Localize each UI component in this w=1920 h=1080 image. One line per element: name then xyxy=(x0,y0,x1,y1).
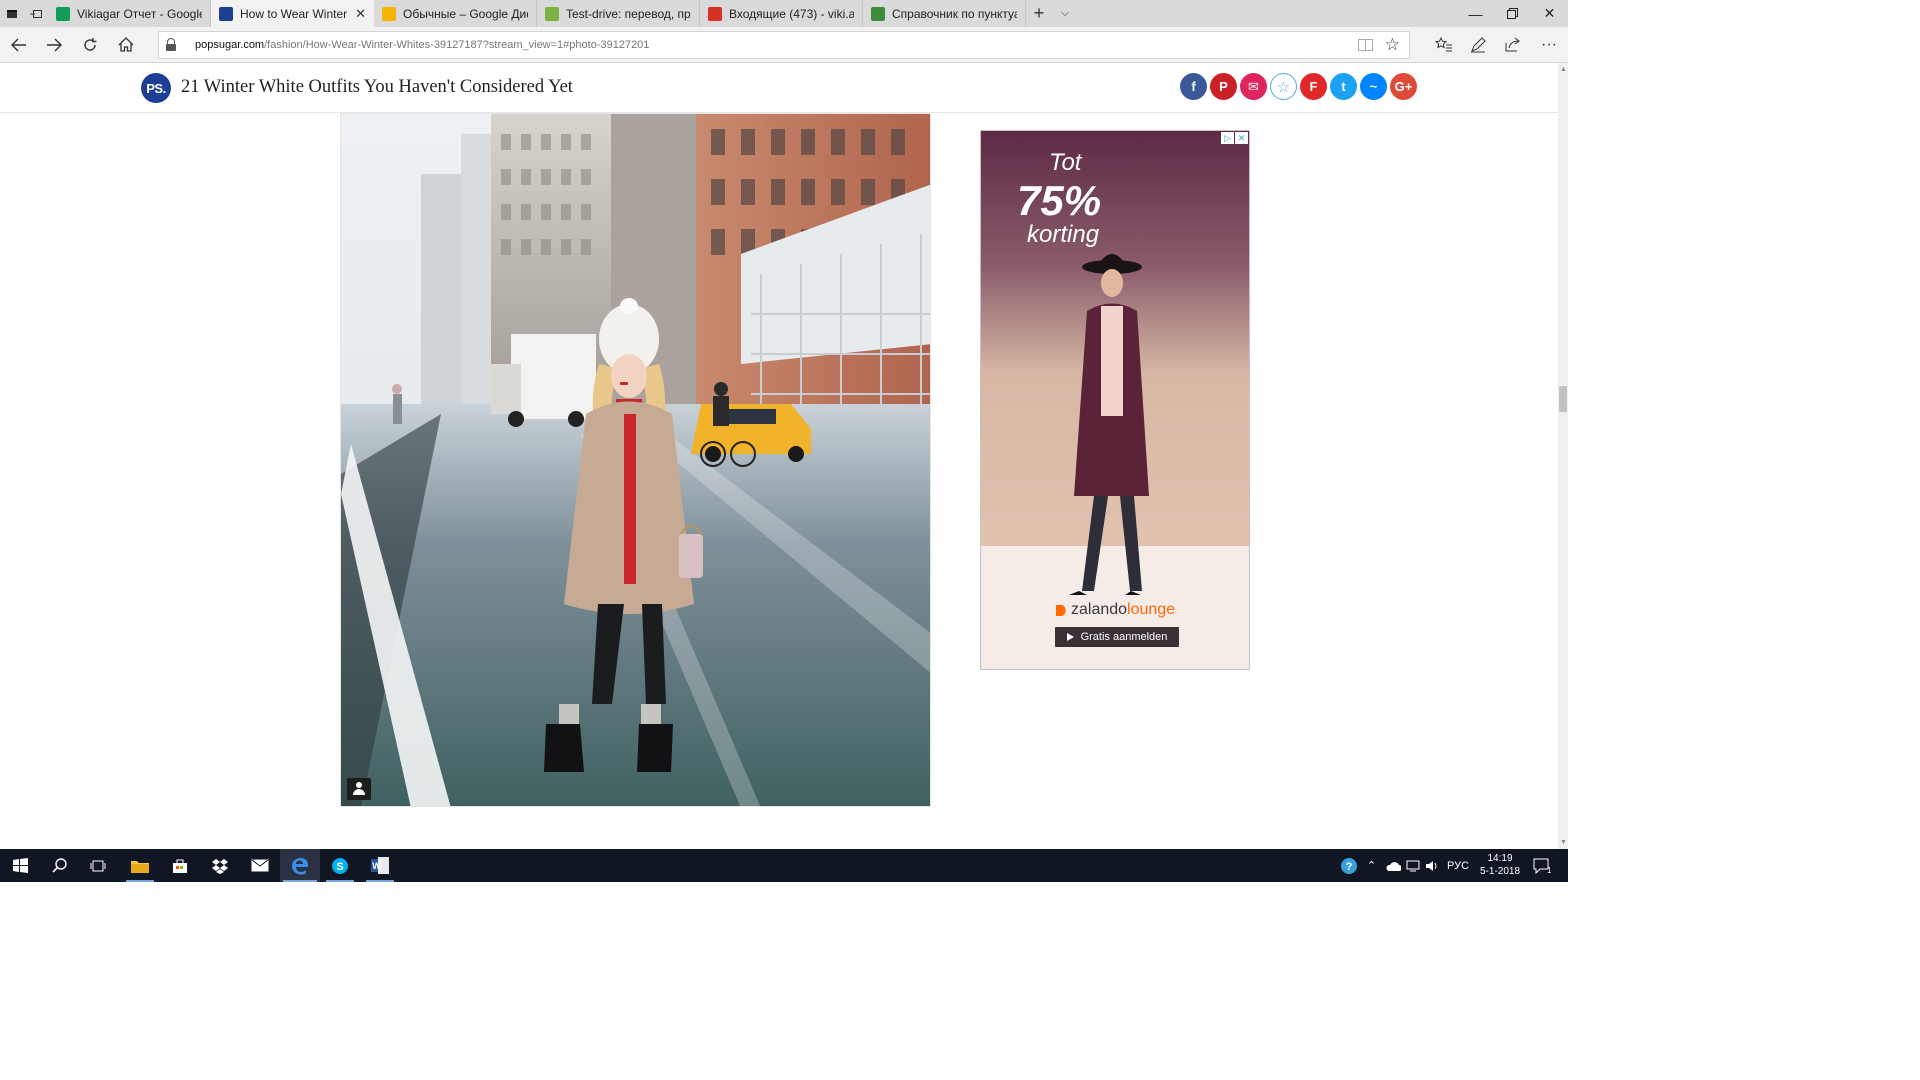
browser-tab-label: Обычные – Google Диск xyxy=(403,6,528,21)
dropbox-icon[interactable] xyxy=(200,849,240,882)
ad-signup-button[interactable]: Gratis aanmelden xyxy=(1055,627,1179,647)
flipboard-share-button[interactable]: F xyxy=(1300,73,1327,100)
svg-text:1: 1 xyxy=(1547,866,1551,874)
lock-icon xyxy=(166,38,176,52)
svg-text:W: W xyxy=(372,861,381,871)
svg-text:S: S xyxy=(336,861,343,873)
messenger-share-button[interactable]: ~ xyxy=(1360,73,1387,100)
close-window-button[interactable]: ✕ xyxy=(1531,0,1568,27)
svg-text:?: ? xyxy=(1346,861,1353,873)
file-explorer-icon[interactable] xyxy=(120,849,160,882)
browser-tab-strip: Vikiagar Отчет - Google Таб How to Wear W… xyxy=(0,0,1568,27)
more-options-icon[interactable]: ··· xyxy=(1532,27,1566,62)
network-icon[interactable] xyxy=(1406,849,1420,882)
action-center-icon[interactable]: 1 xyxy=(1533,849,1551,882)
favorite-button[interactable]: ☆ xyxy=(1270,73,1297,100)
minimize-button[interactable]: — xyxy=(1457,0,1494,27)
home-icon[interactable] xyxy=(111,27,141,62)
help-icon[interactable]: ? xyxy=(1340,849,1358,882)
ad-brand: zalandolounge xyxy=(1071,601,1176,618)
onedrive-cloud-icon[interactable] xyxy=(1385,849,1401,882)
scrollbar-thumb[interactable] xyxy=(1559,386,1567,412)
refresh-icon[interactable] xyxy=(75,27,105,62)
browser-tab[interactable]: Test-drive: перевод, произ xyxy=(537,0,700,27)
ad-close-icon[interactable]: ✕ xyxy=(1235,132,1248,144)
photo-credit-user-icon[interactable] xyxy=(347,778,371,800)
gramota-icon xyxy=(871,6,885,21)
close-tab-icon[interactable]: ✕ xyxy=(355,6,366,22)
play-icon xyxy=(1066,633,1074,641)
web-note-pen-icon[interactable] xyxy=(1461,27,1495,62)
browser-tab[interactable]: Обычные – Google Диск xyxy=(374,0,537,27)
address-bar[interactable]: popsugar.com/fashion/How-Wear-Winter-Whi… xyxy=(158,31,1410,59)
favorite-star-icon[interactable]: ☆ xyxy=(1385,35,1400,55)
start-button[interactable] xyxy=(0,849,40,882)
windows-taskbar: S W ? ⌃ РУС 14:19 5-1-2018 1 xyxy=(0,849,1568,882)
show-hidden-icons-chevron-icon[interactable]: ⌃ xyxy=(1367,849,1376,882)
ad-headline-korting: korting xyxy=(1027,221,1100,248)
gmail-icon xyxy=(708,6,722,21)
reading-view-icon[interactable] xyxy=(1358,38,1373,54)
share-buttons: f P ✉ ☆ Ft ~ G+ xyxy=(1180,73,1417,100)
advertisement-zalando-lounge[interactable]: ▷ ✕ Tot 75% korting zalandolounge Gratis… xyxy=(980,130,1250,670)
new-tab-button[interactable]: + xyxy=(1026,0,1052,27)
restore-button[interactable] xyxy=(1494,0,1531,27)
article-title: 21 Winter White Outfits You Haven't Cons… xyxy=(181,77,573,97)
browser-tab-label: Входящие (473) - viki.agar@ xyxy=(729,6,854,21)
system-clock[interactable]: 14:19 5-1-2018 xyxy=(1475,852,1525,878)
browser-tab[interactable]: How to Wear Winter Wł ✕ xyxy=(211,0,374,27)
google-sheets-icon xyxy=(56,6,70,21)
site-header: PS. 21 Winter White Outfits You Haven't … xyxy=(0,63,1558,113)
zalando-logo-icon xyxy=(1056,605,1066,616)
tab-list-chevron-icon[interactable]: ⌵ xyxy=(1052,0,1078,27)
browser-tab-label: Справочник по пунктуаци xyxy=(892,6,1017,21)
volume-icon[interactable] xyxy=(1425,849,1439,882)
store-icon[interactable] xyxy=(160,849,200,882)
ad-headline-tot: Tot xyxy=(1049,149,1082,176)
share-icon[interactable] xyxy=(1496,27,1530,62)
browser-tab[interactable]: Справочник по пунктуаци xyxy=(863,0,1026,27)
web-page: PS. 21 Winter White Outfits You Haven't … xyxy=(0,63,1558,849)
browser-tab[interactable]: Vikiagar Отчет - Google Таб xyxy=(48,0,211,27)
ad-headline-percent: 75% xyxy=(1017,177,1102,224)
mail-icon[interactable] xyxy=(240,849,280,882)
edge-browser-icon[interactable] xyxy=(280,849,320,882)
google-drive-icon xyxy=(382,6,396,21)
input-language-indicator[interactable]: РУС xyxy=(1447,849,1469,882)
popsugar-icon xyxy=(219,6,233,21)
favorites-hub-icon[interactable] xyxy=(1426,27,1460,62)
ad-badges: ▷ ✕ xyxy=(1221,132,1248,144)
url-text[interactable]: popsugar.com/fashion/How-Wear-Winter-Whi… xyxy=(195,39,649,51)
browser-tab-label: Vikiagar Отчет - Google Таб xyxy=(77,6,202,21)
popsugar-logo[interactable]: PS. xyxy=(141,73,171,103)
adchoices-icon[interactable]: ▷ xyxy=(1221,132,1234,144)
pinterest-share-button[interactable]: P xyxy=(1210,73,1237,100)
back-arrow-icon[interactable] xyxy=(4,27,34,62)
skype-icon[interactable]: S xyxy=(320,849,360,882)
forward-arrow-icon[interactable] xyxy=(39,27,69,62)
email-share-button[interactable]: ✉ xyxy=(1240,73,1267,100)
browser-tab[interactable]: Входящие (473) - viki.agar@ xyxy=(700,0,863,27)
browser-tab-label: Test-drive: перевод, произ xyxy=(566,6,691,21)
google-plus-share-button[interactable]: G+ xyxy=(1390,73,1417,100)
facebook-share-button[interactable]: f xyxy=(1180,73,1207,100)
browser-tab-label: How to Wear Winter Wł xyxy=(240,6,349,21)
page-scrollbar[interactable]: ▲ ▼ xyxy=(1558,63,1568,849)
task-view-icon[interactable] xyxy=(78,849,118,882)
search-icon[interactable] xyxy=(39,849,79,882)
article-photo[interactable] xyxy=(340,113,931,807)
dictionary-icon xyxy=(545,6,559,21)
set-aside-tabs-icon[interactable] xyxy=(24,0,48,27)
twitter-share-button[interactable]: t xyxy=(1330,73,1357,100)
word-icon[interactable]: W xyxy=(360,849,400,882)
tab-preview-icon[interactable] xyxy=(0,0,24,27)
navigation-bar: popsugar.com/fashion/How-Wear-Winter-Whi… xyxy=(0,27,1568,63)
